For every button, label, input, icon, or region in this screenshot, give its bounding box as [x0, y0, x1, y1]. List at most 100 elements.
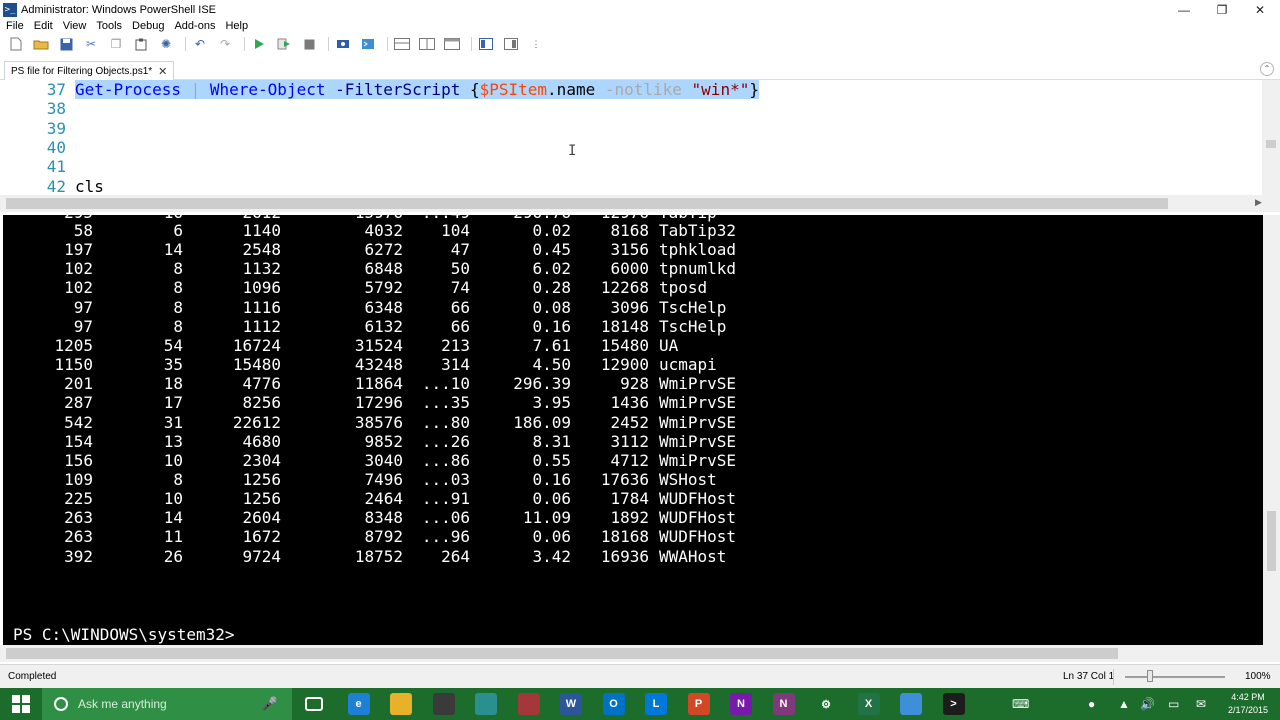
code-line[interactable]: 39	[0, 119, 1262, 138]
scrollbar-thumb[interactable]	[6, 648, 1118, 659]
menu-debug[interactable]: Debug	[127, 19, 169, 34]
code-text[interactable]: cls	[75, 177, 104, 196]
start-button[interactable]	[0, 688, 42, 720]
code-line[interactable]: 40	[0, 138, 1262, 157]
task-view-icon[interactable]	[305, 697, 323, 711]
menu-view[interactable]: View	[58, 19, 92, 34]
console-cell: WUDFHost	[659, 527, 737, 547]
code-line[interactable]: 38	[0, 99, 1262, 118]
microphone-icon[interactable]: 🎤	[262, 696, 278, 712]
console-cell: 66	[450, 316, 470, 336]
script-editor[interactable]: 37 Get-Process | Where-Object -FilterScri…	[0, 80, 1262, 195]
excel-icon[interactable]: X	[857, 693, 880, 715]
cortana-icon	[54, 697, 68, 711]
keyboard-icon[interactable]: ⌨	[1012, 688, 1029, 720]
remote-powershell-icon[interactable]	[333, 35, 353, 53]
minimize-icon[interactable]: —	[1165, 0, 1203, 19]
zoom-slider-knob[interactable]	[1147, 670, 1153, 682]
wifi-icon[interactable]: ▲	[1118, 688, 1130, 720]
stop-icon[interactable]	[299, 35, 319, 53]
notifications-icon[interactable]: ✉	[1196, 688, 1206, 720]
show-script-pane-top-icon[interactable]	[392, 35, 412, 53]
clear-console-icon[interactable]: ✺	[156, 35, 176, 53]
save-icon[interactable]	[56, 35, 76, 53]
code-token: Where-Object	[209, 80, 326, 99]
console-cell: 263	[64, 508, 93, 528]
code-line[interactable]: 41	[0, 157, 1262, 176]
powershell-ise-window: >_ Administrator: Windows PowerShell ISE…	[0, 0, 1280, 720]
console-cell: 392	[64, 546, 93, 566]
tab-script-file[interactable]: PS file for Filtering Objects.ps1* ✕	[4, 61, 175, 80]
console-cell: 1205	[54, 335, 93, 355]
selected-code[interactable]: Get-Process | Where-Object -FilterScript…	[75, 80, 759, 99]
edge-icon[interactable]: e	[347, 693, 370, 715]
console-pane[interactable]: PS C:\WINDOWS\system32> 29516261215976..…	[3, 215, 1263, 645]
scroll-right-icon[interactable]: ▶	[1255, 197, 1262, 208]
console-cell: 8	[173, 297, 183, 317]
run-selection-icon[interactable]	[274, 35, 294, 53]
cut-icon[interactable]: ✂	[81, 35, 101, 53]
collapse-script-pane-icon[interactable]: ⌃	[1260, 62, 1274, 76]
lync-icon[interactable]: L	[645, 693, 667, 715]
console-cell: 928	[620, 374, 649, 394]
toolbar-overflow-icon[interactable]: ⋮	[526, 35, 546, 53]
console-vertical-scrollbar[interactable]	[1263, 215, 1280, 645]
console-prompt[interactable]: PS C:\WINDOWS\system32>	[13, 625, 235, 644]
settings-icon[interactable]: ⚙	[815, 693, 837, 715]
console-horizontal-scrollbar[interactable]	[0, 645, 1280, 662]
console-cell: 18752	[354, 546, 403, 566]
console-cell: 14	[163, 508, 183, 528]
run-script-icon[interactable]	[249, 35, 269, 53]
onenote-icon[interactable]: N	[730, 693, 752, 715]
close-icon[interactable]: ✕	[1241, 0, 1279, 19]
show-script-pane-right-icon[interactable]	[417, 35, 437, 53]
console-cell: 8168	[610, 221, 649, 240]
volume-icon[interactable]: 🔊	[1140, 688, 1155, 720]
scrollbar-thumb[interactable]	[6, 198, 1168, 209]
open-file-icon[interactable]	[31, 35, 51, 53]
scrollbar-thumb[interactable]	[1266, 140, 1276, 148]
powershell-console-icon[interactable]	[358, 35, 378, 53]
redo-icon[interactable]: ↷	[215, 35, 235, 53]
powershell-ise-task-icon[interactable]	[900, 693, 922, 715]
menu-file[interactable]: File	[0, 19, 29, 34]
menu-edit[interactable]: Edit	[29, 19, 58, 34]
menu-tools[interactable]: Tools	[91, 19, 127, 34]
close-icon[interactable]: ✕	[158, 65, 167, 78]
console-cell: tposd	[659, 278, 708, 298]
maximize-icon[interactable]: ❐	[1203, 0, 1241, 19]
code-token: Get-Process	[75, 80, 181, 99]
battery-icon[interactable]: ▭	[1168, 688, 1179, 720]
console-output-row: 197 14 2548 6272 47 0.45 3156 tphkload	[3, 240, 1263, 259]
code-token: -FilterScript	[325, 80, 470, 99]
onenote-sticky-icon[interactable]	[475, 693, 497, 715]
zoom-slider[interactable]	[1125, 676, 1225, 678]
powerpoint-icon[interactable]: P	[687, 693, 710, 715]
show-script-pane-maximized-icon[interactable]	[442, 35, 462, 53]
menu-addons[interactable]: Add-ons	[169, 19, 220, 34]
code-line[interactable]: 37 Get-Process | Where-Object -FilterScri…	[0, 80, 1262, 99]
word-icon[interactable]: W	[560, 693, 582, 715]
terminal-icon[interactable]: >	[942, 693, 965, 715]
show-command-window-icon[interactable]	[476, 35, 496, 53]
onenote-alt-icon[interactable]: N	[772, 693, 795, 715]
file-explorer-icon[interactable]	[390, 693, 412, 715]
network-icon[interactable]: ●	[1088, 688, 1095, 720]
menu-help[interactable]: Help	[220, 19, 253, 34]
store-icon[interactable]	[432, 693, 455, 715]
taskbar-clock[interactable]: 4:42 PM 2/17/2015	[1220, 691, 1276, 717]
editor-vertical-scrollbar[interactable]	[1262, 80, 1280, 195]
copy-icon[interactable]: ❐	[106, 35, 126, 53]
paste-icon[interactable]	[131, 35, 151, 53]
console-cell: 17	[163, 393, 183, 413]
new-file-icon[interactable]	[6, 35, 26, 53]
undo-icon[interactable]: ↶	[190, 35, 210, 53]
console-cell: 3040	[364, 450, 403, 470]
code-line[interactable]: 42 cls	[0, 177, 1262, 196]
access-icon[interactable]	[517, 693, 540, 715]
cortana-search-box[interactable]: Ask me anything 🎤	[42, 688, 292, 720]
scrollbar-thumb[interactable]	[1267, 511, 1276, 571]
editor-horizontal-scrollbar[interactable]: ▶	[0, 195, 1280, 212]
outlook-icon[interactable]: O	[602, 693, 625, 715]
show-command-addon-icon[interactable]	[501, 35, 521, 53]
